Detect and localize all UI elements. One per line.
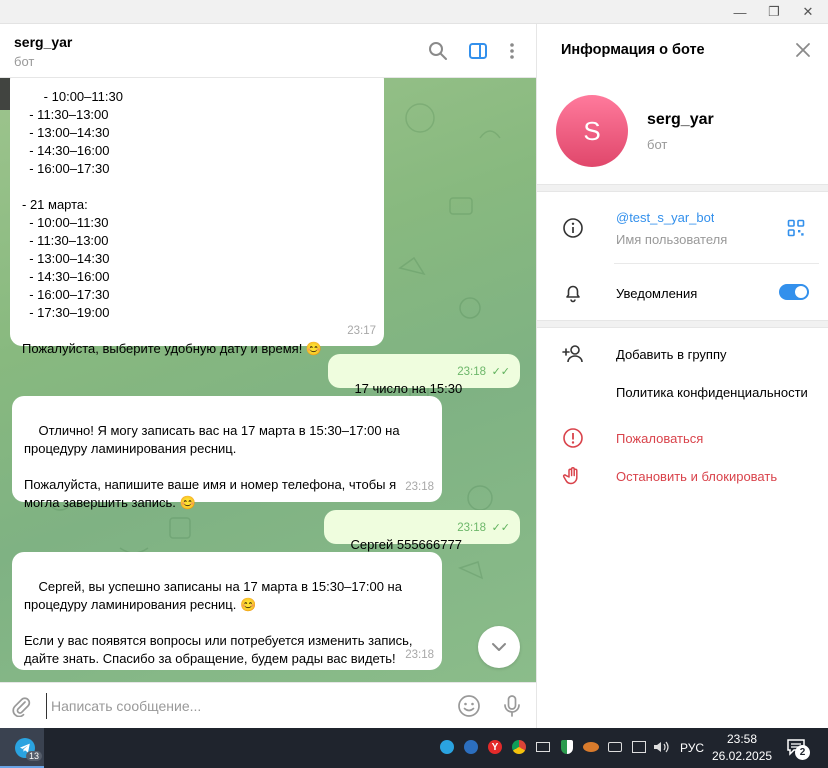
taskbar-telegram-app[interactable]: 13	[0, 728, 44, 768]
smiley-icon	[458, 695, 480, 717]
toggle-knob	[795, 286, 807, 298]
divider	[537, 320, 828, 328]
message-text: - 10:00–11:30 - 11:30–13:00 - 13:00–14:3…	[22, 89, 323, 356]
message-text: Отлично! Я могу записать вас на 17 марта…	[24, 423, 400, 510]
minimize-button[interactable]: —	[724, 0, 756, 24]
attach-button[interactable]	[10, 695, 32, 718]
message-text: Сергей 555666777	[350, 537, 462, 552]
yandex-tray-icon[interactable]: Y	[486, 738, 504, 756]
username-caption: Имя пользователя	[616, 232, 728, 247]
bell-icon	[561, 281, 585, 305]
chat-header[interactable]: serg_yar бот	[0, 24, 536, 78]
stop-and-block-button[interactable]: Остановить и блокировать	[616, 469, 777, 484]
chat-subtitle: бот	[14, 54, 35, 69]
qr-code-button[interactable]	[787, 219, 807, 239]
close-icon: ✕	[802, 4, 814, 19]
avatar[interactable]: S	[556, 95, 628, 167]
volume-tray-icon[interactable]	[652, 738, 670, 756]
bot-info-panel: Информация о боте S serg_yar бот @test_s…	[536, 24, 828, 728]
message-time: 23:18	[405, 481, 434, 493]
message-text: Сергей, вы успешно записаны на 17 марта …	[24, 579, 413, 666]
message-incoming[interactable]: Сергей, вы успешно записаны на 17 марта …	[12, 552, 442, 670]
notification-count-badge: 2	[795, 745, 810, 760]
privacy-policy-link[interactable]: Политика конфиденциальности	[616, 385, 818, 400]
more-vertical-icon	[510, 43, 514, 59]
block-hand-icon	[561, 464, 585, 488]
scroll-to-bottom-button[interactable]	[478, 626, 520, 668]
message-outgoing[interactable]: 17 число на 15:30 23:18 ✓✓	[328, 354, 520, 396]
bot-username-link[interactable]: @test_s_yar_bot	[616, 210, 714, 225]
voice-message-button[interactable]	[500, 694, 524, 718]
message-text: 17 число на 15:30	[354, 381, 463, 396]
microphone-icon	[504, 695, 520, 717]
telegram-tray-icon[interactable]	[438, 738, 456, 756]
app-tray-icon[interactable]	[462, 738, 480, 756]
notifications-label: Уведомления	[616, 286, 698, 301]
chat-title: serg_yar	[14, 34, 73, 50]
search-button[interactable]	[425, 38, 451, 64]
message-time: 23:18	[405, 649, 434, 661]
qr-code-icon	[787, 219, 805, 237]
read-receipt-icon: ✓✓	[491, 366, 510, 378]
message-time: 23:18	[457, 522, 486, 534]
emoji-button[interactable]	[457, 694, 481, 718]
message-time: 23:18	[457, 366, 486, 378]
toggle-info-panel-button[interactable]	[465, 38, 491, 64]
language-indicator[interactable]: РУС	[680, 741, 704, 755]
network-tray-icon[interactable]	[630, 738, 648, 756]
read-receipt-icon: ✓✓	[491, 522, 510, 534]
security-tray-icon[interactable]	[558, 738, 576, 756]
clock-time[interactable]: 23:58	[714, 732, 770, 746]
report-button[interactable]: Пожаловаться	[616, 431, 703, 446]
monitor-tray-icon[interactable]	[534, 738, 552, 756]
info-icon	[561, 216, 585, 240]
chevron-down-icon	[492, 643, 506, 651]
window-titlebar: — ❐ ✕	[0, 0, 828, 24]
close-info-panel-button[interactable]	[791, 38, 815, 62]
sidebar-panel-icon	[469, 43, 487, 59]
message-time: 23:17	[347, 325, 376, 337]
minimize-icon: —	[733, 4, 747, 20]
device-tray-icon[interactable]	[606, 738, 624, 756]
chat-messages-area[interactable]: - 10:00–11:30 - 11:30–13:00 - 13:00–14:3…	[0, 78, 536, 682]
divider	[537, 184, 828, 192]
app-tray-icon-2[interactable]	[582, 738, 600, 756]
taskbar: 13 Y РУС 23:58 26.02.2025 2	[0, 728, 828, 768]
message-outgoing[interactable]: Сергей 555666777 23:18 ✓✓	[324, 510, 520, 552]
chrome-tray-icon[interactable]	[510, 738, 528, 756]
report-icon	[561, 426, 585, 450]
restore-icon: ❐	[768, 4, 780, 19]
search-icon	[429, 42, 447, 60]
message-incoming[interactable]: - 10:00–11:30 - 11:30–13:00 - 13:00–14:3…	[10, 78, 384, 356]
message-input[interactable]	[46, 693, 436, 719]
bot-status: бот	[647, 137, 668, 152]
info-panel-title: Информация о боте	[561, 42, 705, 58]
close-icon	[796, 43, 810, 57]
restore-button[interactable]: ❐	[758, 0, 790, 24]
notifications-center-button[interactable]: 2	[786, 738, 812, 760]
more-menu-button[interactable]	[499, 38, 525, 64]
divider	[614, 263, 819, 264]
add-to-group-button[interactable]: Добавить в группу	[616, 347, 727, 362]
bot-name: serg_yar	[647, 111, 714, 128]
paperclip-icon	[12, 697, 31, 718]
close-window-button[interactable]: ✕	[792, 0, 824, 24]
message-incoming[interactable]: Отлично! Я могу записать вас на 17 марта…	[12, 396, 442, 510]
notifications-toggle[interactable]	[779, 284, 809, 300]
telegram-unread-badge: 13	[26, 751, 43, 761]
clock-date: 26.02.2025	[712, 749, 773, 763]
add-user-icon	[561, 342, 585, 366]
message-composer	[0, 682, 536, 728]
